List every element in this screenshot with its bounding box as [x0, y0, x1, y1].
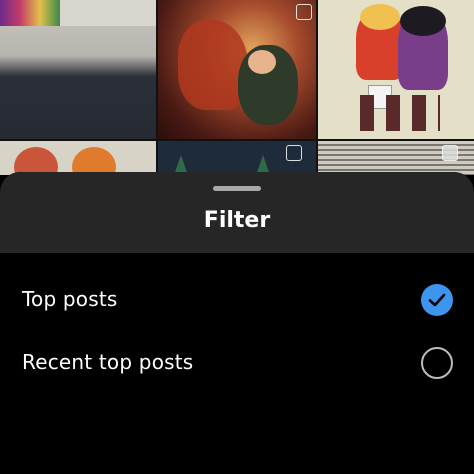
- thumbnail-art: [60, 0, 156, 26]
- post-thumbnail[interactable]: [318, 0, 474, 139]
- drag-handle[interactable]: [213, 186, 261, 191]
- post-thumbnail[interactable]: [0, 0, 156, 139]
- option-label: Top posts: [22, 287, 118, 311]
- thumbnail-art: [72, 147, 116, 175]
- filter-bottom-sheet: Filter Top posts Recent top posts: [0, 172, 474, 474]
- background-post-grid: [0, 0, 474, 175]
- multi-select-icon: [286, 145, 302, 161]
- sheet-header: Filter: [0, 172, 474, 253]
- thumbnail-art: [356, 4, 404, 80]
- option-top-posts[interactable]: Top posts: [0, 271, 474, 331]
- post-thumbnail[interactable]: [158, 141, 316, 175]
- thumbnail-art: [178, 20, 248, 110]
- option-recent-top-posts[interactable]: Recent top posts: [0, 334, 474, 394]
- multi-select-icon: [442, 145, 458, 161]
- post-thumbnail[interactable]: [158, 0, 316, 139]
- multi-select-icon: [296, 4, 312, 20]
- radio-empty-icon[interactable]: [421, 347, 453, 379]
- thumbnail-art: [0, 0, 60, 26]
- post-thumbnail[interactable]: [0, 141, 156, 175]
- thumbnail-art: [248, 50, 276, 74]
- thumbnail-art: [398, 6, 448, 90]
- option-label: Recent top posts: [22, 350, 194, 374]
- thumbnail-art: [14, 147, 58, 175]
- sheet-title: Filter: [203, 208, 271, 233]
- thumbnail-art: [360, 95, 440, 131]
- checkmark-icon[interactable]: [421, 284, 453, 316]
- post-thumbnail[interactable]: [318, 141, 474, 175]
